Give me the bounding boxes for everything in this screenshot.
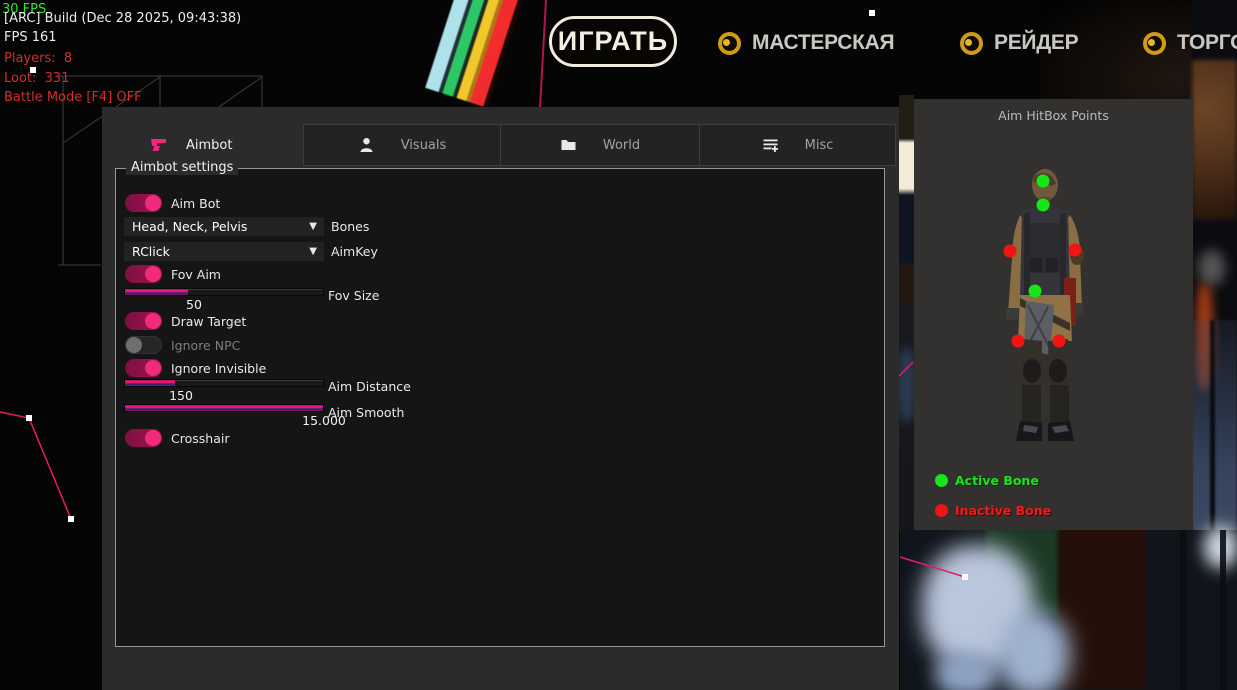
bg-green-sign xyxy=(986,527,1062,615)
bg-blue-blob xyxy=(922,545,1034,670)
fov-aim-toggle[interactable] xyxy=(125,265,162,283)
hud-loot-count: Loot: 331 xyxy=(4,72,69,86)
aimkey-dropdown[interactable]: RClick ▼ xyxy=(124,242,324,261)
legend-label: Active Bone xyxy=(955,473,1039,488)
aim-distance-slider[interactable] xyxy=(124,379,324,387)
legend-label: Inactive Bone xyxy=(955,503,1051,518)
hud-players-count: Players: 8 xyxy=(4,52,72,66)
draw-target-toggle[interactable] xyxy=(125,312,162,330)
aim-distance-slider-fill xyxy=(125,380,175,386)
hitbox-point-pelvis[interactable] xyxy=(1029,285,1042,298)
tab-label: Aimbot xyxy=(186,138,232,153)
aimkey-label: AimKey xyxy=(331,244,378,259)
bg-gap-strip xyxy=(899,95,914,530)
folder-icon xyxy=(560,137,577,153)
tab-visuals[interactable]: Visuals xyxy=(303,124,501,166)
fov-size-value: 50 xyxy=(164,297,224,312)
hitbox-canvas xyxy=(914,99,1193,530)
bones-dropdown-value: Head, Neck, Pelvis xyxy=(132,219,247,234)
hitbox-point-neck[interactable] xyxy=(1037,199,1050,212)
active-bone-dot xyxy=(935,474,948,487)
menu-item-trade[interactable]: ТОРГО xyxy=(1143,31,1237,55)
trade-icon xyxy=(1143,32,1166,55)
aim-bot-label: Aim Bot xyxy=(171,196,220,211)
workshop-icon xyxy=(718,32,741,55)
chevron-down-icon: ▼ xyxy=(309,217,317,236)
esp-tracer-line xyxy=(0,412,71,519)
fov-size-slider-fill xyxy=(125,289,188,295)
inactive-bone-dot xyxy=(935,504,948,517)
bg-red-pillar xyxy=(1058,527,1146,690)
bg-window-grid xyxy=(1150,530,1237,690)
sliders-icon xyxy=(762,137,779,153)
crosshair-toggle[interactable] xyxy=(125,429,162,447)
hitbox-point-right-thigh[interactable] xyxy=(1053,335,1066,348)
fov-aim-label: Fov Aim xyxy=(171,267,221,282)
menu-item-label: ТОРГО xyxy=(1177,31,1237,55)
hitbox-panel: Aim HitBox Points xyxy=(914,99,1193,530)
crosshair-label: Crosshair xyxy=(171,431,229,446)
bones-dropdown[interactable]: Head, Neck, Pelvis ▼ xyxy=(124,217,324,236)
ignore-invisible-toggle[interactable] xyxy=(125,359,162,377)
hud-fps-label: FPS 161 xyxy=(4,31,57,45)
aim-distance-label: Aim Distance xyxy=(328,379,411,394)
aim-smooth-slider[interactable] xyxy=(124,404,324,412)
aim-distance-value: 150 xyxy=(151,388,211,403)
hitbox-point-right-shoulder[interactable] xyxy=(1069,244,1082,257)
tab-label: Misc xyxy=(805,138,834,153)
legend-inactive-bone: Inactive Bone xyxy=(935,503,1051,518)
hitbox-point-head[interactable] xyxy=(1037,175,1050,188)
bg-gray-blob xyxy=(1198,250,1225,286)
pistol-icon xyxy=(150,137,167,153)
menu-item-raider[interactable]: РЕЙДЕР xyxy=(960,31,1078,55)
ignore-npc-toggle[interactable] xyxy=(125,336,162,354)
tab-world[interactable]: World xyxy=(500,124,700,166)
person-icon xyxy=(358,137,375,153)
hitbox-point-left-shoulder[interactable] xyxy=(1004,245,1017,258)
screen: 30 FPS [ARC] Build (Dec 28 2025, 09:43:3… xyxy=(0,0,1237,690)
aim-smooth-value: 15.000 xyxy=(294,413,354,428)
chevron-down-icon: ▼ xyxy=(309,242,317,261)
bg-window-panes xyxy=(1192,320,1237,690)
bg-rust-wall xyxy=(1192,60,1237,220)
draw-target-label: Draw Target xyxy=(171,314,246,329)
bg-bottom-scene xyxy=(900,530,1237,690)
esp-tracer-line xyxy=(540,0,546,107)
bg-orange-streak xyxy=(1196,283,1213,391)
bones-label: Bones xyxy=(331,219,369,234)
aim-smooth-slider-fill xyxy=(125,405,323,411)
group-title: Aimbot settings xyxy=(126,160,238,175)
hud-build-info: [ARC] Build (Dec 28 2025, 09:43:38) xyxy=(4,12,241,26)
hud-battle-mode: Battle Mode [F4] OFF xyxy=(4,91,142,105)
bg-right-strip xyxy=(1192,0,1237,690)
tab-misc[interactable]: Misc xyxy=(699,124,896,166)
esp-tracer-line xyxy=(900,557,965,577)
fov-size-slider[interactable] xyxy=(124,288,324,296)
menu-item-label: МАСТЕРСКАЯ xyxy=(752,31,894,55)
esp-tracer-line xyxy=(899,362,913,376)
menu-item-workshop[interactable]: МАСТЕРСКАЯ xyxy=(718,31,894,55)
raider-icon xyxy=(960,32,983,55)
play-button[interactable]: ИГРАТЬ xyxy=(549,16,677,67)
bg-blue-blob xyxy=(998,612,1070,690)
menu-item-label: РЕЙДЕР xyxy=(994,31,1078,55)
fov-size-label: Fov Size xyxy=(328,288,379,303)
ignore-invisible-label: Ignore Invisible xyxy=(171,361,266,376)
bg-white-blob xyxy=(1204,526,1237,568)
tab-label: World xyxy=(603,138,640,153)
hitbox-point-left-thigh[interactable] xyxy=(1012,335,1025,348)
ignore-npc-label: Ignore NPC xyxy=(171,338,240,353)
legend-active-bone: Active Bone xyxy=(935,473,1039,488)
cheat-panel: Aimbot Visuals World Misc xyxy=(102,107,899,690)
aim-bot-toggle[interactable] xyxy=(125,194,162,212)
aimkey-dropdown-value: RClick xyxy=(132,244,170,259)
bg-blue-blob xyxy=(935,652,997,690)
tab-label: Visuals xyxy=(401,138,447,153)
aimbot-settings-group: Aimbot settings Aim Bot Head, Neck, Pelv… xyxy=(115,168,885,647)
